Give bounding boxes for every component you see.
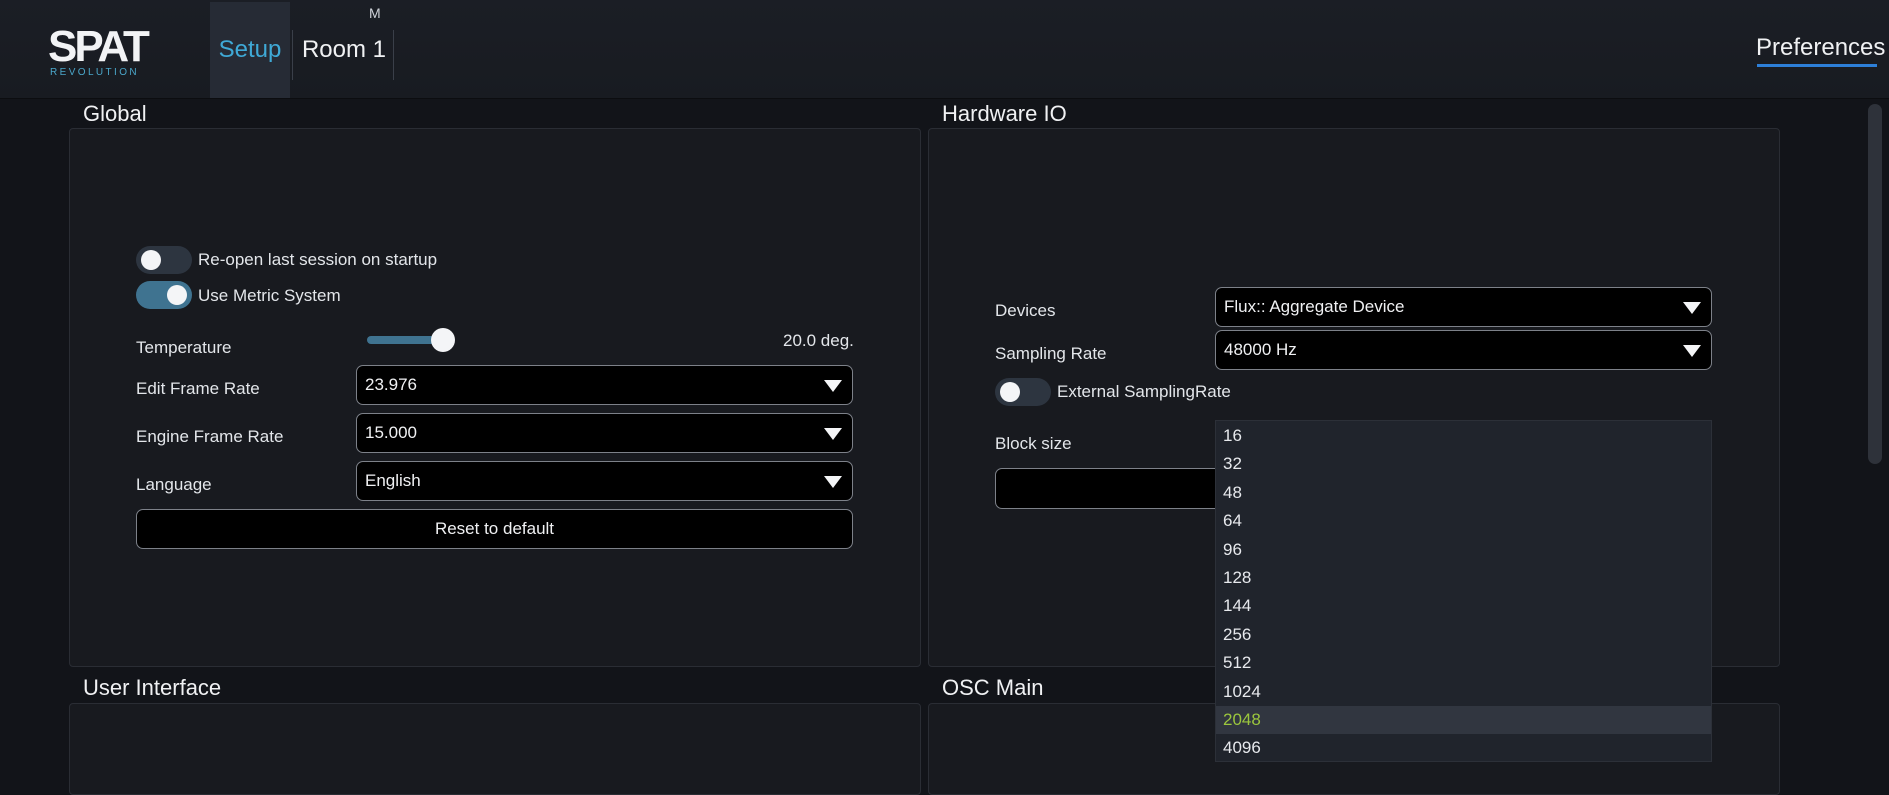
edit-frame-rate-label: Edit Frame Rate (136, 379, 260, 398)
vertical-scrollbar[interactable] (1868, 104, 1882, 464)
reopen-session-toggle[interactable] (136, 246, 192, 274)
dropdown-arrow-icon (824, 380, 842, 392)
engine-frame-rate-label: Engine Frame Rate (136, 427, 284, 446)
toggle-knob (141, 250, 161, 270)
top-bar: SPAT REVOLUTION Setup Room 1 M Preferenc… (0, 0, 1889, 99)
block-size-option[interactable]: 96 (1216, 536, 1711, 564)
block-size-option[interactable]: 64 (1216, 507, 1711, 535)
dropdown-arrow-icon (824, 476, 842, 488)
tab-setup[interactable]: Setup (210, 2, 290, 98)
language-label: Language (136, 475, 212, 494)
user-interface-section-title: User Interface (83, 675, 222, 700)
user-interface-panel (69, 703, 921, 795)
block-size-option[interactable]: 512 (1216, 649, 1711, 677)
language-value: English (365, 471, 421, 490)
block-size-option[interactable]: 144 (1216, 592, 1711, 620)
block-size-option[interactable]: 1024 (1216, 678, 1711, 706)
toggle-knob (1000, 382, 1020, 402)
block-size-option[interactable]: 2048 (1216, 706, 1711, 734)
temperature-slider-handle[interactable] (431, 328, 455, 352)
block-size-dropdown-list[interactable]: 16 32 48 64 96 128 144 256 512 1024 2048 4096 (1215, 420, 1712, 762)
block-size-option[interactable]: 256 (1216, 621, 1711, 649)
temperature-label: Temperature (136, 338, 232, 357)
sampling-rate-value: 48000 Hz (1224, 340, 1297, 359)
engine-frame-rate-select[interactable]: 15.000 (356, 413, 853, 453)
global-section-title: Global (83, 101, 147, 126)
language-select[interactable]: English (356, 461, 853, 501)
dropdown-arrow-icon (824, 428, 842, 440)
block-size-option[interactable]: 4096 (1216, 734, 1711, 762)
edit-frame-rate-select[interactable]: 23.976 (356, 365, 853, 405)
external-sampling-rate-toggle[interactable] (995, 378, 1051, 406)
metric-system-toggle[interactable] (136, 281, 192, 309)
tab-setup-label: Setup (218, 36, 282, 63)
spat-revolution-logo: SPAT REVOLUTION (48, 22, 150, 79)
temperature-value: 20.0 deg. (783, 331, 854, 350)
dropdown-arrow-icon (1683, 345, 1701, 357)
sampling-rate-select[interactable]: 48000 Hz (1215, 330, 1712, 370)
engine-frame-rate-value: 15.000 (365, 423, 417, 442)
preferences-tab[interactable]: Preferences (1756, 34, 1885, 62)
toggle-knob (167, 285, 187, 305)
devices-value: Flux:: Aggregate Device (1224, 297, 1405, 316)
metric-system-label: Use Metric System (198, 286, 341, 305)
block-size-option[interactable]: 48 (1216, 479, 1711, 507)
sampling-rate-label: Sampling Rate (995, 344, 1107, 363)
external-sampling-rate-label: External SamplingRate (1057, 382, 1231, 401)
tab-divider (393, 30, 394, 80)
block-size-option[interactable]: 32 (1216, 450, 1711, 478)
devices-select[interactable]: Flux:: Aggregate Device (1215, 287, 1712, 327)
devices-label: Devices (995, 301, 1056, 320)
reset-to-default-button[interactable]: Reset to default (136, 509, 853, 549)
block-size-option[interactable]: 16 (1216, 422, 1711, 450)
dropdown-arrow-icon (1683, 302, 1701, 314)
tab-room-1-badge: M (369, 5, 381, 21)
tab-divider (292, 30, 293, 80)
reopen-session-label: Re-open last session on startup (198, 250, 438, 269)
tab-room-1-label: Room 1 (301, 36, 387, 63)
edit-frame-rate-value: 23.976 (365, 375, 417, 394)
block-size-option[interactable]: 128 (1216, 564, 1711, 592)
osc-main-section-title: OSC Main (942, 675, 1044, 700)
preferences-tab-underline (1757, 64, 1877, 67)
hardware-io-section-title: Hardware IO (942, 101, 1067, 126)
block-size-label: Block size (995, 434, 1072, 453)
